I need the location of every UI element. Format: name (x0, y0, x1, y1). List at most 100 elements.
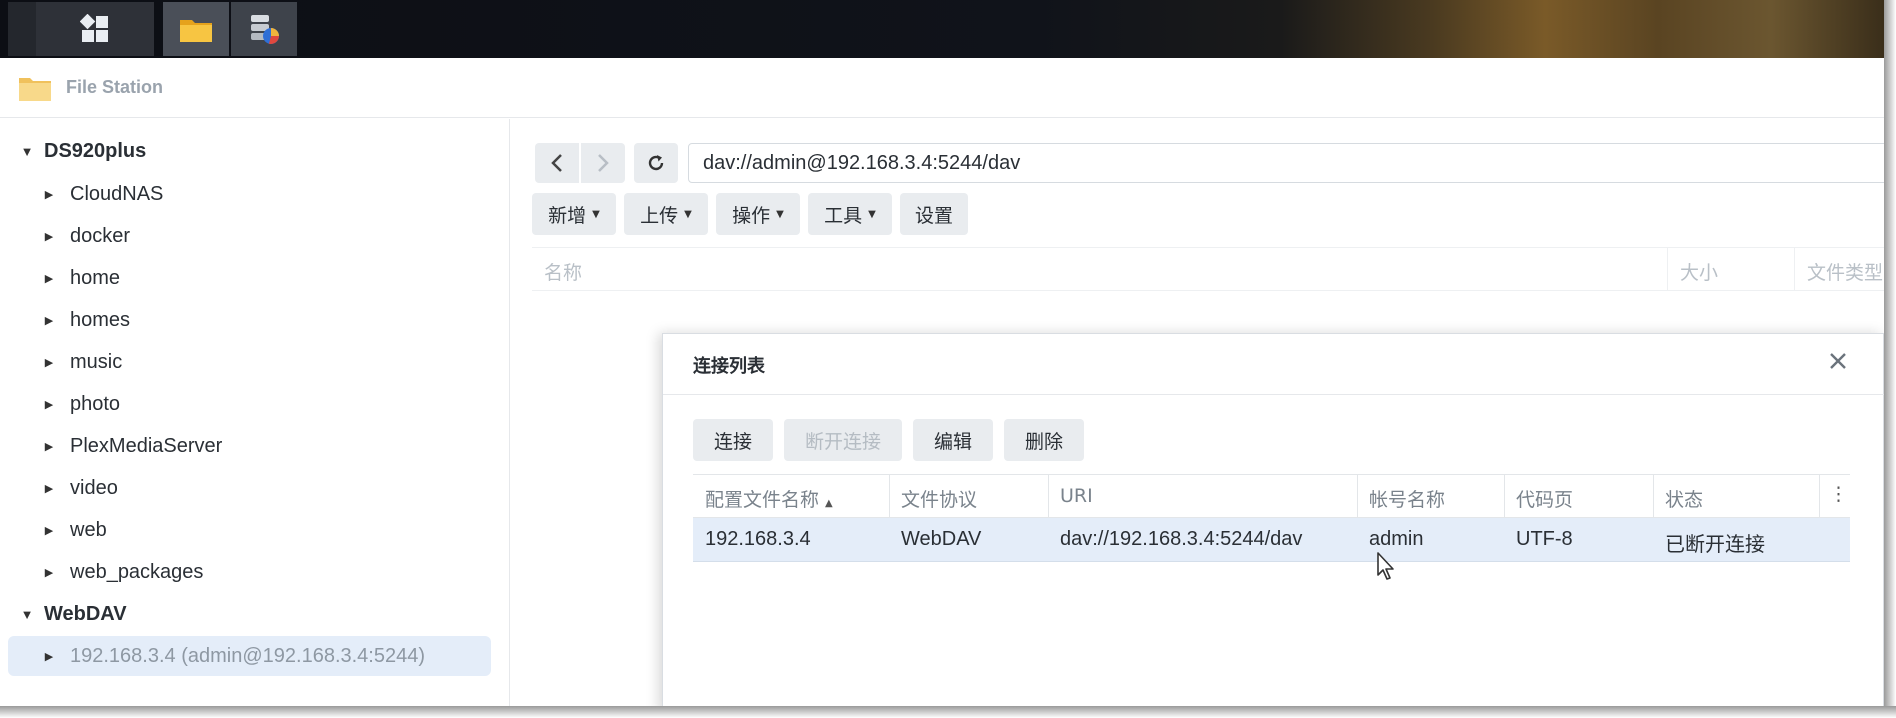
disconnect-button-label: 断开连接 (804, 430, 881, 453)
taskbar-storage-manager-button[interactable] (231, 2, 297, 56)
mouse-cursor-icon (1377, 552, 1394, 580)
back-button[interactable] (535, 143, 579, 183)
column-size[interactable]: 大小 (1680, 258, 1718, 285)
cell-status: 已断开连接 (1665, 534, 1765, 556)
taskbar-file-station-button[interactable] (163, 2, 229, 56)
cell-codepage: UTF-8 (1516, 528, 1573, 550)
window: File Station ▼ DS920plus ▶ CloudNAS ▶ do… (0, 0, 1896, 718)
tree-node-label: web_packages (70, 560, 204, 583)
dropdown-arrow-icon: ▼ (592, 208, 600, 220)
column-profile-name[interactable]: 配置文件名称 ▲ (705, 485, 833, 512)
path-text: dav://admin@192.168.3.4:5244/dav (703, 151, 1021, 174)
tree-node-label: music (70, 350, 123, 373)
main-menu-button[interactable] (36, 2, 154, 56)
tools-button-label: 工具 (824, 204, 863, 227)
delete-button[interactable]: 删除 (1004, 419, 1084, 461)
column-name[interactable]: 名称 (544, 258, 582, 285)
refresh-icon (648, 155, 664, 171)
column-status[interactable]: 状态 (1665, 485, 1703, 512)
connection-grid: 配置文件名称 ▲ 文件协议 URI 帐号名称 代码页 状态 ⋮ 192.168.3… (693, 474, 1850, 562)
tree-node-label: DS920plus (44, 139, 147, 162)
column-divider (1667, 248, 1668, 290)
tree-node-home[interactable]: ▶ home (0, 258, 120, 298)
column-protocol[interactable]: 文件协议 (901, 485, 977, 512)
folder-tree: ▼ DS920plus ▶ CloudNAS ▶ docker ▶ home ▶… (0, 119, 510, 709)
upload-button[interactable]: 上传 ▼ (624, 193, 708, 235)
action-button[interactable]: 操作 ▼ (716, 193, 800, 235)
tree-node-label: web (70, 518, 107, 541)
grid-header: 配置文件名称 ▲ 文件协议 URI 帐号名称 代码页 状态 ⋮ (693, 474, 1850, 518)
path-input[interactable]: dav://admin@192.168.3.4:5244/dav (688, 143, 1896, 183)
dialog-title: 连接列表 (693, 356, 765, 377)
window-shadow (1884, 0, 1896, 718)
edit-button[interactable]: 编辑 (913, 419, 993, 461)
tree-node-label: 192.168.3.4 (admin@192.168.3.4:5244) (70, 644, 426, 667)
collapsed-caret-icon: ▶ (44, 650, 54, 663)
collapsed-caret-icon: ▶ (44, 356, 54, 369)
close-button[interactable] (1823, 346, 1853, 376)
folder-icon (180, 20, 212, 42)
new-button[interactable]: 新增 ▼ (532, 193, 616, 235)
tree-node-video[interactable]: ▶ video (0, 468, 118, 508)
dropdown-arrow-icon: ▼ (684, 208, 692, 220)
connection-list-dialog: 连接列表 连接 断开连接 编辑 删除 配置文件名称 ▲ 文件协议 URI 帐号名… (662, 333, 1885, 713)
tree-node-photo[interactable]: ▶ photo (0, 384, 120, 424)
forward-button[interactable] (581, 143, 625, 183)
tree-node-webdav[interactable]: ▼ WebDAV (0, 594, 127, 634)
column-divider (1794, 248, 1795, 290)
table-row[interactable]: 192.168.3.4 WebDAV dav://192.168.3.4:524… (693, 518, 1850, 562)
column-divider (889, 475, 890, 518)
tree-node-ds920plus[interactable]: ▼ DS920plus (0, 131, 147, 171)
tree-node-music[interactable]: ▶ music (0, 342, 122, 382)
column-type[interactable]: 文件类型 (1807, 258, 1883, 285)
collapsed-caret-icon: ▶ (44, 272, 54, 285)
tools-button[interactable]: 工具 ▼ (808, 193, 892, 235)
tree-node-homes[interactable]: ▶ homes (0, 300, 130, 340)
cell-protocol: WebDAV (901, 528, 982, 550)
column-codepage[interactable]: 代码页 (1516, 485, 1573, 512)
connect-button-label: 连接 (713, 430, 752, 453)
file-station-icon (19, 77, 51, 101)
collapsed-caret-icon: ▶ (44, 398, 54, 411)
column-divider (1048, 475, 1049, 518)
collapsed-caret-icon: ▶ (44, 440, 54, 453)
tree-node-label: photo (70, 392, 121, 415)
column-uri[interactable]: URI (1060, 485, 1093, 507)
sort-ascending-icon: ▲ (825, 498, 833, 509)
column-divider (1819, 475, 1820, 518)
kebab-menu-icon[interactable]: ⋮ (1829, 483, 1848, 505)
close-icon (1830, 353, 1846, 369)
chevron-right-icon (598, 154, 609, 172)
tree-node-web-packages[interactable]: ▶ web_packages (0, 552, 204, 592)
file-list-header: 名称 大小 文件类型 (532, 247, 1896, 291)
column-divider (1653, 475, 1654, 518)
expanded-caret-icon: ▼ (20, 606, 34, 622)
edit-button-label: 编辑 (933, 430, 972, 453)
delete-button-label: 删除 (1024, 430, 1063, 453)
tree-node-label: WebDAV (44, 602, 127, 625)
tree-node-webdav-connection[interactable]: ▶ 192.168.3.4 (admin@192.168.3.4:5244) (8, 636, 491, 676)
cell-profile: 192.168.3.4 (705, 528, 811, 550)
dialog-divider (663, 394, 1885, 395)
collapsed-caret-icon: ▶ (44, 482, 54, 495)
tree-node-docker[interactable]: ▶ docker (0, 216, 130, 256)
column-account[interactable]: 帐号名称 (1369, 485, 1445, 512)
dropdown-arrow-icon: ▼ (776, 208, 784, 220)
column-profile-label: 配置文件名称 (705, 489, 820, 511)
taskbar-separator (8, 2, 36, 56)
collapsed-caret-icon: ▶ (44, 188, 54, 201)
disconnect-button[interactable]: 断开连接 (784, 419, 902, 461)
tree-node-cloudnas[interactable]: ▶ CloudNAS (0, 174, 164, 214)
connect-button[interactable]: 连接 (693, 419, 773, 461)
app-title-bar: File Station (0, 58, 1884, 118)
refresh-button[interactable] (634, 143, 678, 183)
column-divider (1504, 475, 1505, 518)
main-menu-icon (80, 14, 108, 42)
settings-button[interactable]: 设置 (900, 193, 968, 235)
tree-node-plexmediaserver[interactable]: ▶ PlexMediaServer (0, 426, 223, 466)
window-shadow (0, 706, 1896, 718)
chevron-left-icon (551, 154, 562, 172)
collapsed-caret-icon: ▶ (44, 230, 54, 243)
tree-node-web[interactable]: ▶ web (0, 510, 107, 550)
column-divider (1357, 475, 1358, 518)
